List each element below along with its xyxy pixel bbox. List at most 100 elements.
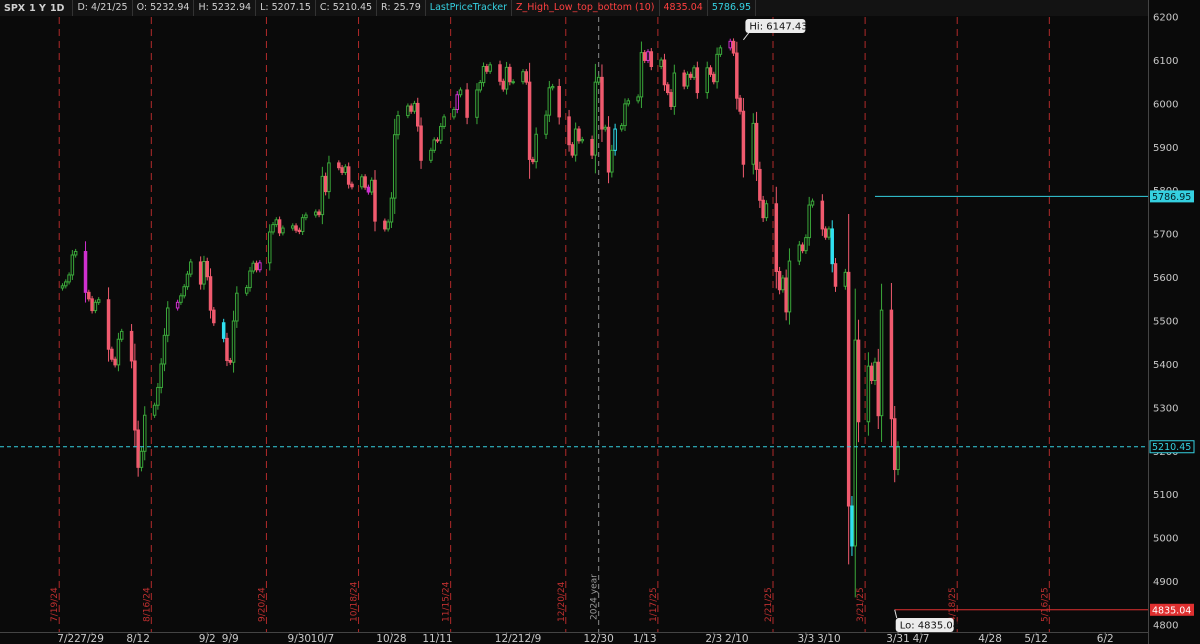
candle-body xyxy=(198,261,203,285)
candle-body xyxy=(705,67,709,94)
candle-body xyxy=(508,66,512,83)
candle-body xyxy=(435,139,440,142)
candle-body xyxy=(208,276,213,311)
candle-body xyxy=(182,286,186,297)
candle-body xyxy=(488,64,492,72)
candle-body xyxy=(383,220,387,230)
candle-body xyxy=(416,102,420,127)
candle-body xyxy=(873,361,877,381)
candle-body xyxy=(244,287,249,294)
candle-body xyxy=(133,360,137,431)
candle-body xyxy=(90,298,94,312)
candle-body xyxy=(281,227,285,234)
candle-body xyxy=(527,81,532,160)
price-chart[interactable]: 4800490050005100520053005400550056005700… xyxy=(0,0,1200,644)
year-divider-label: 2024 year xyxy=(590,574,600,620)
marker-label: 1/17/25 xyxy=(649,587,659,622)
candle-body xyxy=(738,97,742,112)
marker-label: 4/18/25 xyxy=(948,587,958,622)
candle-body xyxy=(360,176,364,188)
candle-body xyxy=(139,450,144,468)
candle-body xyxy=(373,179,377,222)
candle-body xyxy=(129,330,134,362)
candle-body xyxy=(142,414,147,452)
candle-body xyxy=(761,199,765,219)
candle-body xyxy=(610,149,614,173)
candle-body xyxy=(639,52,644,98)
candle-body xyxy=(93,301,98,312)
marker-label: 8/16/24 xyxy=(142,587,152,622)
candle-body xyxy=(646,51,650,61)
candle-body xyxy=(389,197,394,223)
candle-body xyxy=(784,277,788,313)
candle-body xyxy=(731,40,736,54)
candle-body xyxy=(521,71,525,83)
last-price-tag-label: 5210.45 xyxy=(1152,442,1191,453)
candle-body xyxy=(277,219,282,234)
candle-body xyxy=(892,418,897,471)
marker-label: 5/16/25 xyxy=(1040,587,1050,622)
candle-body xyxy=(96,299,101,303)
candle-body xyxy=(833,263,838,287)
candle-body xyxy=(291,225,295,229)
candle-body xyxy=(458,89,463,96)
marker-label: 2/21/25 xyxy=(764,587,774,622)
candle-body xyxy=(64,281,68,287)
candle-body xyxy=(297,229,302,233)
x-tick-label: 1/13 xyxy=(633,633,657,644)
candle-body xyxy=(843,271,848,287)
candle-body xyxy=(248,270,252,289)
candle-body xyxy=(304,214,308,219)
candle-body xyxy=(350,183,354,188)
marker-label: 12/20/24 xyxy=(557,581,567,622)
candle-body xyxy=(83,251,88,293)
candle-body xyxy=(804,237,808,252)
candle-body xyxy=(392,134,397,199)
candle-body xyxy=(547,87,552,116)
y-tick-label: 6100 xyxy=(1153,56,1178,67)
candle-body xyxy=(419,125,423,161)
candle-body xyxy=(879,309,884,417)
x-tick-label: 4/7 xyxy=(913,633,930,644)
candle-body xyxy=(179,295,183,303)
candle-body xyxy=(712,73,716,83)
y-tick-label: 5100 xyxy=(1153,490,1178,501)
candle-body xyxy=(231,320,236,363)
candle-body xyxy=(73,251,78,256)
x-tick-label: 7/29 xyxy=(80,633,104,644)
candle-body xyxy=(166,307,170,336)
candle-body xyxy=(221,322,226,339)
y-tick-label: 5300 xyxy=(1153,403,1178,414)
candle-body xyxy=(113,358,117,366)
candle-body xyxy=(481,66,486,84)
candle-body xyxy=(314,211,318,216)
candle-body xyxy=(185,273,190,288)
candle-body xyxy=(665,84,670,94)
candle-body xyxy=(823,228,828,238)
candle-body xyxy=(327,162,331,193)
candle-body xyxy=(692,67,696,78)
candle-body xyxy=(662,59,667,86)
candle-body xyxy=(715,53,719,83)
candle-body xyxy=(708,67,713,75)
candle-body xyxy=(550,85,555,89)
y-tick-label: 5900 xyxy=(1153,143,1178,154)
candle-body xyxy=(718,47,723,55)
candle-body xyxy=(636,96,640,102)
candle-body xyxy=(429,149,433,161)
candle-body xyxy=(228,360,233,363)
x-tick-label: 3/3 xyxy=(797,633,814,644)
candle-body xyxy=(366,186,371,193)
x-tick-label: 7/22 xyxy=(57,633,81,644)
candle-body xyxy=(876,361,881,417)
candle-body xyxy=(442,116,446,127)
candle-body xyxy=(87,291,91,300)
candle-body xyxy=(386,221,390,230)
low-level-tag-label: 4835.04 xyxy=(1152,605,1191,616)
y-tick-label: 5500 xyxy=(1153,317,1178,328)
candle-body xyxy=(136,429,140,468)
candle-body xyxy=(212,309,216,324)
candle-body xyxy=(225,337,229,362)
marker-label: 11/15/24 xyxy=(442,581,452,622)
candle-body xyxy=(337,162,341,169)
